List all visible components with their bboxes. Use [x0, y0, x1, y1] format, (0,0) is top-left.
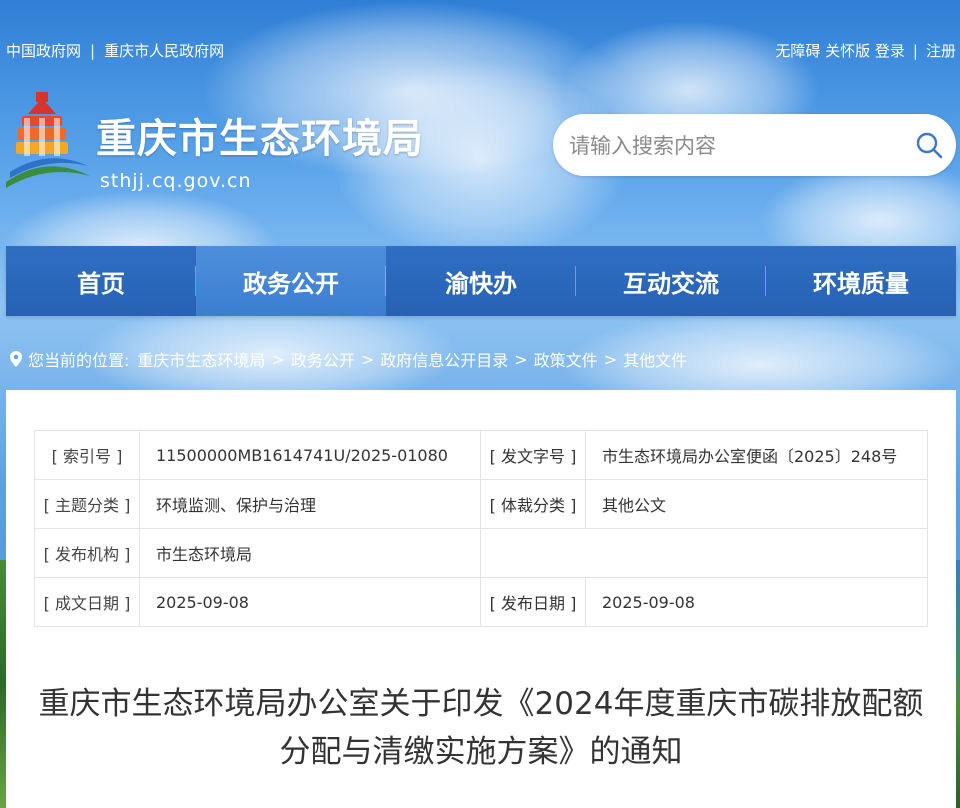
link-register[interactable]: 注册	[926, 42, 956, 60]
breadcrumb-prefix: 您当前的位置:	[28, 351, 130, 370]
divider: |	[912, 42, 918, 60]
link-cq-gov[interactable]: 重庆市人民政府网	[104, 42, 224, 60]
topic-label: [ 主题分类 ]	[34, 479, 140, 529]
table-row: [ 成文日期 ] 2025-09-08 [ 发布日期 ] 2025-09-08	[34, 577, 928, 627]
main-nav: 首页 政务公开 渝快办 互动交流 环境质量	[6, 246, 956, 316]
breadcrumb-separator: >	[603, 349, 618, 369]
org-value: 市生态环境局	[139, 528, 481, 578]
genre-value: 其他公文	[585, 479, 928, 529]
index-value: 11500000MB1614741U/2025-01080	[139, 430, 481, 480]
site-domain: sthjj.cq.gov.cn	[100, 170, 252, 192]
search-input[interactable]	[567, 114, 901, 178]
created-value: 2025-09-08	[139, 577, 481, 627]
search-icon[interactable]	[914, 130, 944, 160]
breadcrumb-separator: >	[360, 349, 375, 369]
topic-value: 环境监测、保护与治理	[139, 479, 481, 529]
breadcrumb-item-directory[interactable]: 政府信息公开目录	[380, 347, 508, 371]
table-row: [ 主题分类 ] 环境监测、保护与治理 [ 体裁分类 ] 其他公文	[34, 479, 928, 529]
nav-item-environment-quality[interactable]: 环境质量	[766, 246, 956, 316]
docno-value: 市生态环境局办公室便函〔2025〕248号	[585, 430, 928, 480]
breadcrumb-separator: >	[271, 349, 285, 369]
content-panel: [ 索引号 ] 11500000MB1614741U/2025-01080 [ …	[6, 390, 956, 808]
link-accessibility-login[interactable]: 无障碍 关怀版 登录	[775, 42, 905, 60]
link-gov-cn[interactable]: 中国政府网	[6, 42, 81, 60]
published-label: [ 发布日期 ]	[480, 577, 586, 627]
top-links-right: 无障碍 关怀版 登录 | 注册	[775, 40, 956, 61]
published-value: 2025-09-08	[585, 577, 928, 627]
divider: |	[90, 42, 96, 60]
breadcrumb-separator: >	[514, 349, 528, 369]
document-title: 重庆市生态环境局办公室关于印发《2024年度重庆市碳排放配额分配与清缴实施方案》…	[38, 686, 924, 770]
document-meta-table: [ 索引号 ] 11500000MB1614741U/2025-01080 [ …	[34, 430, 928, 627]
top-links-left: 中国政府网 | 重庆市人民政府网	[6, 40, 224, 61]
nav-item-yukuaiban[interactable]: 渝快办	[386, 246, 576, 316]
table-row: [ 索引号 ] 11500000MB1614741U/2025-01080 [ …	[34, 430, 928, 480]
site-title[interactable]: 重庆市生态环境局	[96, 106, 424, 164]
search-box	[553, 114, 956, 178]
empty-cell	[480, 528, 928, 578]
breadcrumb-item-affairs[interactable]: 政务公开	[291, 347, 355, 371]
docno-label: [ 发文字号 ]	[480, 430, 586, 480]
breadcrumb-item-bureau[interactable]: 重庆市生态环境局	[137, 347, 265, 371]
nav-item-interaction[interactable]: 互动交流	[576, 246, 766, 316]
breadcrumb-item-other-docs[interactable]: 其他文件	[623, 347, 687, 371]
breadcrumb-item-policy-docs[interactable]: 政策文件	[534, 347, 598, 371]
org-label: [ 发布机构 ]	[34, 528, 140, 578]
created-label: [ 成文日期 ]	[34, 577, 140, 627]
genre-label: [ 体裁分类 ]	[480, 479, 586, 529]
nav-item-government-affairs[interactable]: 政务公开	[196, 246, 386, 316]
index-label: [ 索引号 ]	[34, 430, 140, 480]
logo-icon[interactable]	[6, 92, 90, 196]
table-row: [ 发布机构 ] 市生态环境局	[34, 528, 928, 578]
nav-item-home[interactable]: 首页	[6, 246, 196, 316]
breadcrumb: 您当前的位置: 重庆市生态环境局 > 政务公开 > 政府信息公开目录 > 政策文…	[10, 347, 687, 371]
location-pin-icon	[10, 351, 22, 367]
